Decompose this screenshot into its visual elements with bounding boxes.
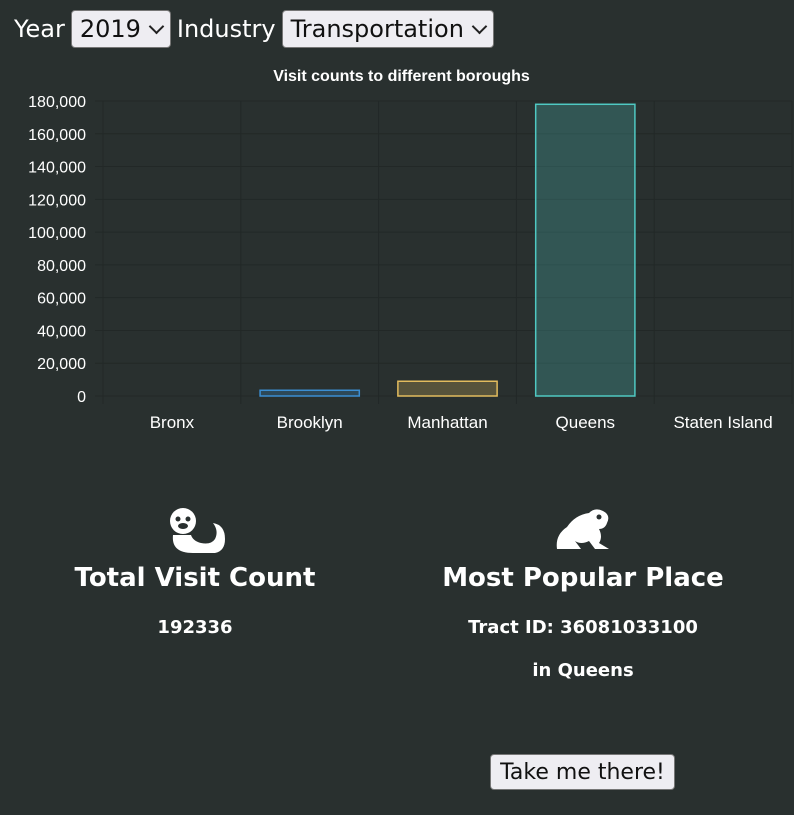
borough-bar-chart: Visit counts to different boroughs 0 20,00… <box>28 68 793 432</box>
year-select[interactable]: 2019 <box>70 10 171 48</box>
x-tick-label: Manhattan <box>407 413 487 432</box>
chevron-down-icon <box>148 18 165 34</box>
y-tick-label: 40,000 <box>37 323 86 340</box>
x-tick-label: Brooklyn <box>277 413 343 432</box>
industry-select[interactable]: Transportation <box>281 10 494 48</box>
year-select-value: 2019 <box>79 15 141 43</box>
frog-icon <box>388 505 778 563</box>
filter-controls: Year 2019 Industry Transportation <box>14 10 500 48</box>
popular-borough: in Queens <box>532 660 634 681</box>
bar-queens <box>534 103 636 397</box>
take-me-there-button[interactable]: Take me there! <box>490 754 675 790</box>
y-tick-label: 0 <box>77 389 86 406</box>
chevron-down-icon <box>471 18 488 34</box>
y-tick-label: 80,000 <box>37 258 86 275</box>
y-tick-label: 60,000 <box>37 291 86 308</box>
total-visit-title: Total Visit Count <box>74 563 316 593</box>
industry-select-value: Transportation <box>290 15 464 43</box>
x-tick-label: Queens <box>556 413 616 432</box>
bar-brooklyn <box>259 389 361 397</box>
bar-manhattan <box>397 380 498 397</box>
x-tick-label: Bronx <box>150 413 195 432</box>
total-visit-card: Total Visit Count 192336 <box>0 505 390 638</box>
y-tick-label: 180,000 <box>28 94 86 111</box>
chart-title: Visit counts to different boroughs <box>273 68 530 85</box>
tract-id: Tract ID: 36081033100 <box>468 617 698 638</box>
popular-place-title: Most Popular Place <box>442 563 724 593</box>
y-tick-label: 120,000 <box>28 192 86 209</box>
industry-label: Industry <box>176 15 276 43</box>
y-tick-label: 140,000 <box>28 160 86 177</box>
y-tick-label: 20,000 <box>37 356 86 373</box>
y-tick-label: 160,000 <box>28 127 86 144</box>
otter-icon <box>0 505 390 563</box>
x-tick-label: Staten Island <box>673 413 772 432</box>
year-label: Year <box>14 15 65 43</box>
y-tick-label: 100,000 <box>28 225 86 242</box>
popular-place-card: Most Popular Place Tract ID: 36081033100… <box>388 505 778 681</box>
total-visit-value: 192336 <box>157 617 233 638</box>
